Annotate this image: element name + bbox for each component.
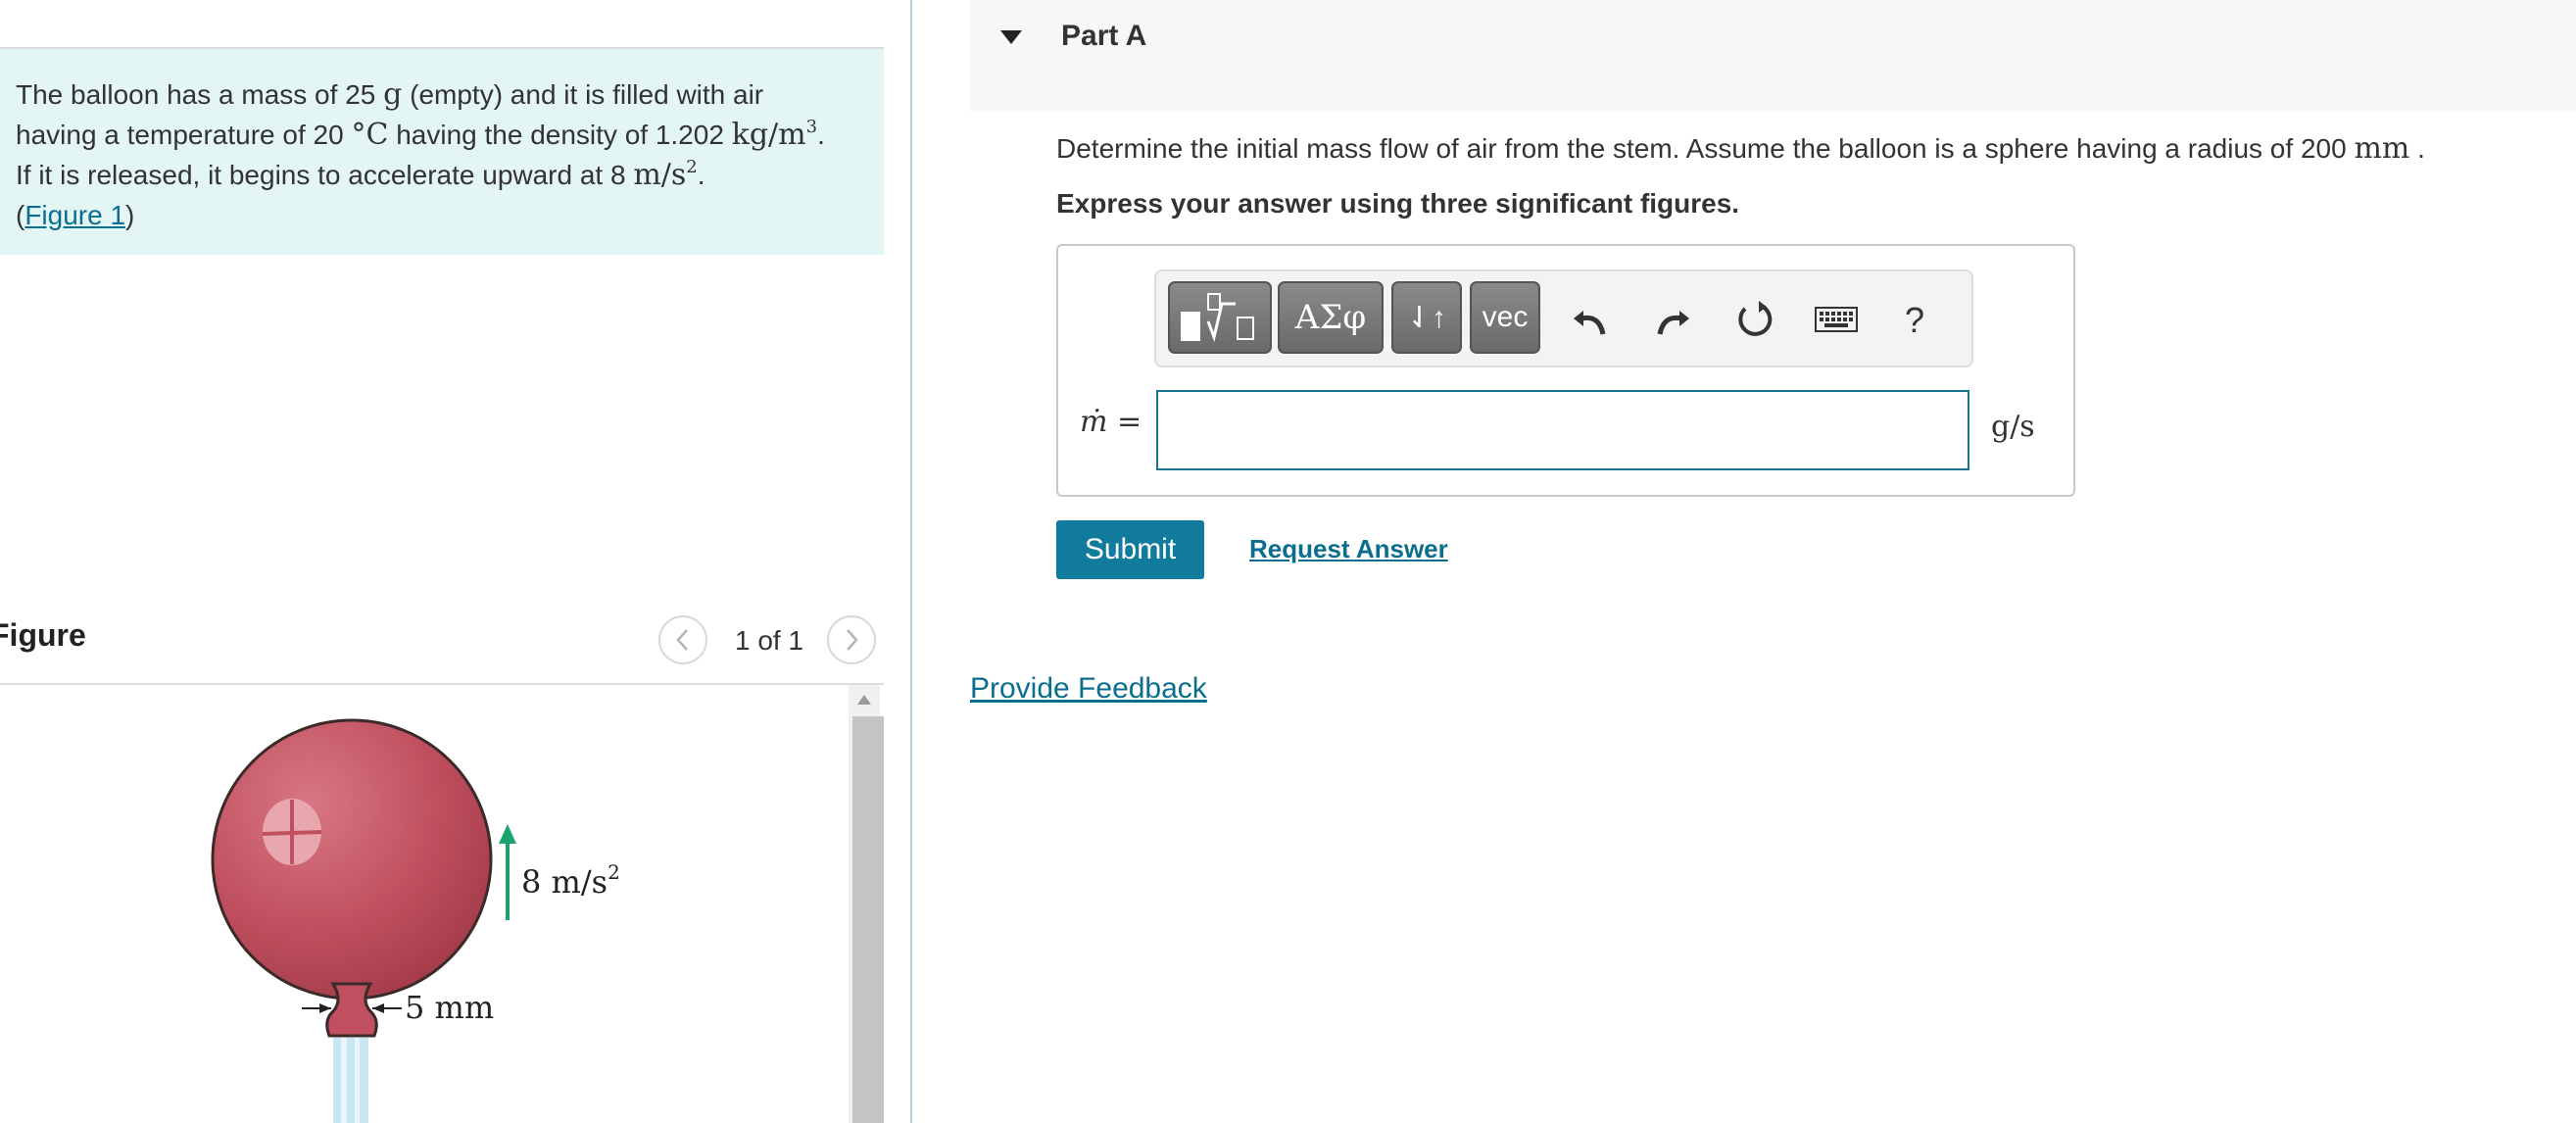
triangle-up-icon <box>857 695 871 705</box>
problem-line-1: The balloon has a mass of 25 g (empty) a… <box>16 77 764 112</box>
answer-input[interactable] <box>1156 390 1969 470</box>
stem-dimension-label: 5 mm <box>405 989 494 1026</box>
vector-button[interactable]: vec <box>1470 281 1540 354</box>
acceleration-label: 8 m/s2 <box>521 860 620 901</box>
scrollbar-thumb[interactable] <box>852 716 884 1123</box>
answer-box: ΑΣφ ⇃↑ vec ? ṁ = g/s <box>1056 244 2075 497</box>
problem-statement: The balloon has a mass of 25 g (empty) a… <box>0 49 884 255</box>
chevron-left-icon <box>676 629 688 651</box>
math-toolbar: ΑΣφ ⇃↑ vec ? <box>1154 269 1973 367</box>
problem-line-4: (Figure 1) <box>16 200 135 230</box>
balloon-highlight <box>262 799 322 865</box>
submit-button[interactable]: Submit <box>1056 520 1204 579</box>
unit-label: g/s <box>1991 410 2035 444</box>
redo-icon[interactable] <box>1646 295 1697 346</box>
greek-symbols-button[interactable]: ΑΣφ <box>1278 281 1384 354</box>
templates-button[interactable] <box>1168 281 1272 354</box>
variable-label: ṁ = <box>1080 405 1142 439</box>
instruction-text: Express your answer using three signific… <box>1056 188 1740 219</box>
figure-scrollbar[interactable] <box>849 685 884 1123</box>
panel-divider <box>910 0 912 1123</box>
balloon-figure: 5 mm 8 m/s2 <box>211 718 620 1123</box>
problem-line-3: If it is released, it begins to accelera… <box>16 156 705 192</box>
templates-icon <box>1181 293 1254 343</box>
previous-figure-button[interactable] <box>658 615 707 664</box>
figure-link[interactable]: Figure 1 <box>24 200 125 230</box>
keyboard-icon[interactable] <box>1811 295 1862 346</box>
figure-title: Figure <box>0 617 86 653</box>
figure-header: Figure 1 of 1 <box>0 608 884 684</box>
help-button[interactable]: ? <box>1889 295 1940 346</box>
figure-image: 5 mm 8 m/s2 <box>0 685 849 1123</box>
part-header[interactable]: Part A <box>970 0 2576 112</box>
part-title: Part A <box>1061 20 1147 52</box>
question-text: Determine the initial mass flow of air f… <box>1056 131 2425 166</box>
caret-down-icon[interactable] <box>999 29 1023 45</box>
provide-feedback-link[interactable]: Provide Feedback <box>970 672 1207 706</box>
request-answer-link[interactable]: Request Answer <box>1249 534 1448 564</box>
problem-line-2: having a temperature of 20 °C having the… <box>16 116 825 152</box>
balloon-body <box>211 718 493 1001</box>
scroll-up-button[interactable] <box>849 685 880 714</box>
left-panel: The balloon has a mass of 25 g (empty) a… <box>0 0 911 1123</box>
chevron-right-icon <box>847 629 858 651</box>
arrows-button[interactable]: ⇃↑ <box>1391 281 1462 354</box>
reset-icon[interactable] <box>1729 295 1780 346</box>
air-jet <box>333 1038 368 1123</box>
figure-page-count: 1 of 1 <box>735 625 804 656</box>
undo-icon[interactable] <box>1566 295 1617 346</box>
next-figure-button[interactable] <box>827 615 876 664</box>
